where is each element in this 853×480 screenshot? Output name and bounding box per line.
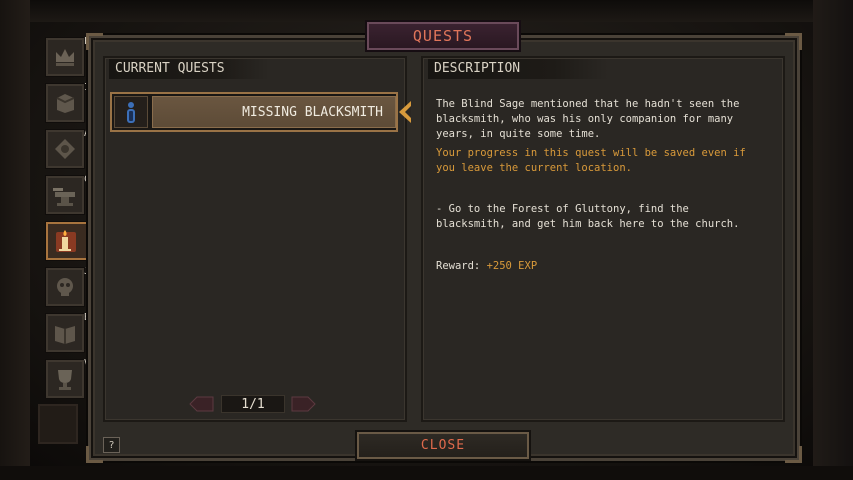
page-indicator: 1/1 bbox=[221, 395, 285, 413]
trophy-icon bbox=[58, 370, 72, 390]
tab-inventory[interactable]: I bbox=[46, 82, 90, 122]
game-screen: P I A C J B V QUESTS CURRENT QUESTS DESC… bbox=[0, 0, 853, 480]
book-icon bbox=[55, 326, 75, 344]
description-panel-header: DESCRIPTION bbox=[428, 59, 608, 79]
background-bottom bbox=[0, 466, 853, 480]
info-icon bbox=[127, 102, 135, 123]
inventory-icon bbox=[56, 94, 75, 113]
page-prev-button[interactable] bbox=[188, 396, 214, 412]
frame-corner bbox=[86, 446, 103, 463]
tab-achievements[interactable]: V bbox=[46, 358, 90, 398]
frame-corner bbox=[785, 33, 802, 50]
crown-icon bbox=[56, 49, 74, 66]
tab-crafting[interactable]: C bbox=[46, 174, 90, 214]
tab-abilities[interactable]: A bbox=[46, 128, 90, 168]
help-button[interactable]: ? bbox=[103, 437, 120, 453]
frame-corner bbox=[86, 33, 103, 50]
tab-character[interactable]: P bbox=[46, 36, 90, 76]
reward-label: Reward: bbox=[436, 260, 487, 272]
background-right bbox=[813, 0, 853, 480]
quest-objective: - Go to the Forest of Gluttony, find the… bbox=[436, 203, 740, 230]
tab-quests[interactable] bbox=[46, 222, 104, 260]
reward-value: +250 EXP bbox=[486, 260, 538, 272]
quest-candle-icon bbox=[56, 230, 76, 252]
window-title: QUESTS bbox=[367, 22, 519, 50]
quest-title: MISSING BLACKSMITH bbox=[152, 96, 396, 128]
chest-slot bbox=[38, 404, 78, 444]
frame-corner bbox=[785, 446, 802, 463]
quest-save-note: Your progress in this quest will be save… bbox=[436, 147, 746, 174]
quest-icon-frame bbox=[114, 96, 148, 128]
quest-list-item[interactable]: MISSING BLACKSMITH bbox=[110, 92, 398, 132]
background-left bbox=[0, 0, 30, 480]
page-next-button[interactable] bbox=[291, 396, 317, 412]
abilities-icon bbox=[55, 139, 75, 159]
tab-journal[interactable]: J bbox=[46, 266, 90, 306]
quest-reward: Reward: +250 EXP bbox=[436, 259, 537, 274]
background-top bbox=[0, 0, 853, 22]
journal-skull-icon bbox=[57, 278, 73, 296]
quests-panel-header: CURRENT QUESTS bbox=[109, 59, 269, 79]
quest-description: The Blind Sage mentioned that he hadn't … bbox=[436, 98, 740, 140]
tab-bestiary[interactable]: B bbox=[46, 312, 90, 352]
selection-arrow-inner bbox=[405, 106, 411, 118]
anvil-icon bbox=[53, 188, 75, 206]
close-button[interactable]: CLOSE bbox=[357, 432, 529, 459]
